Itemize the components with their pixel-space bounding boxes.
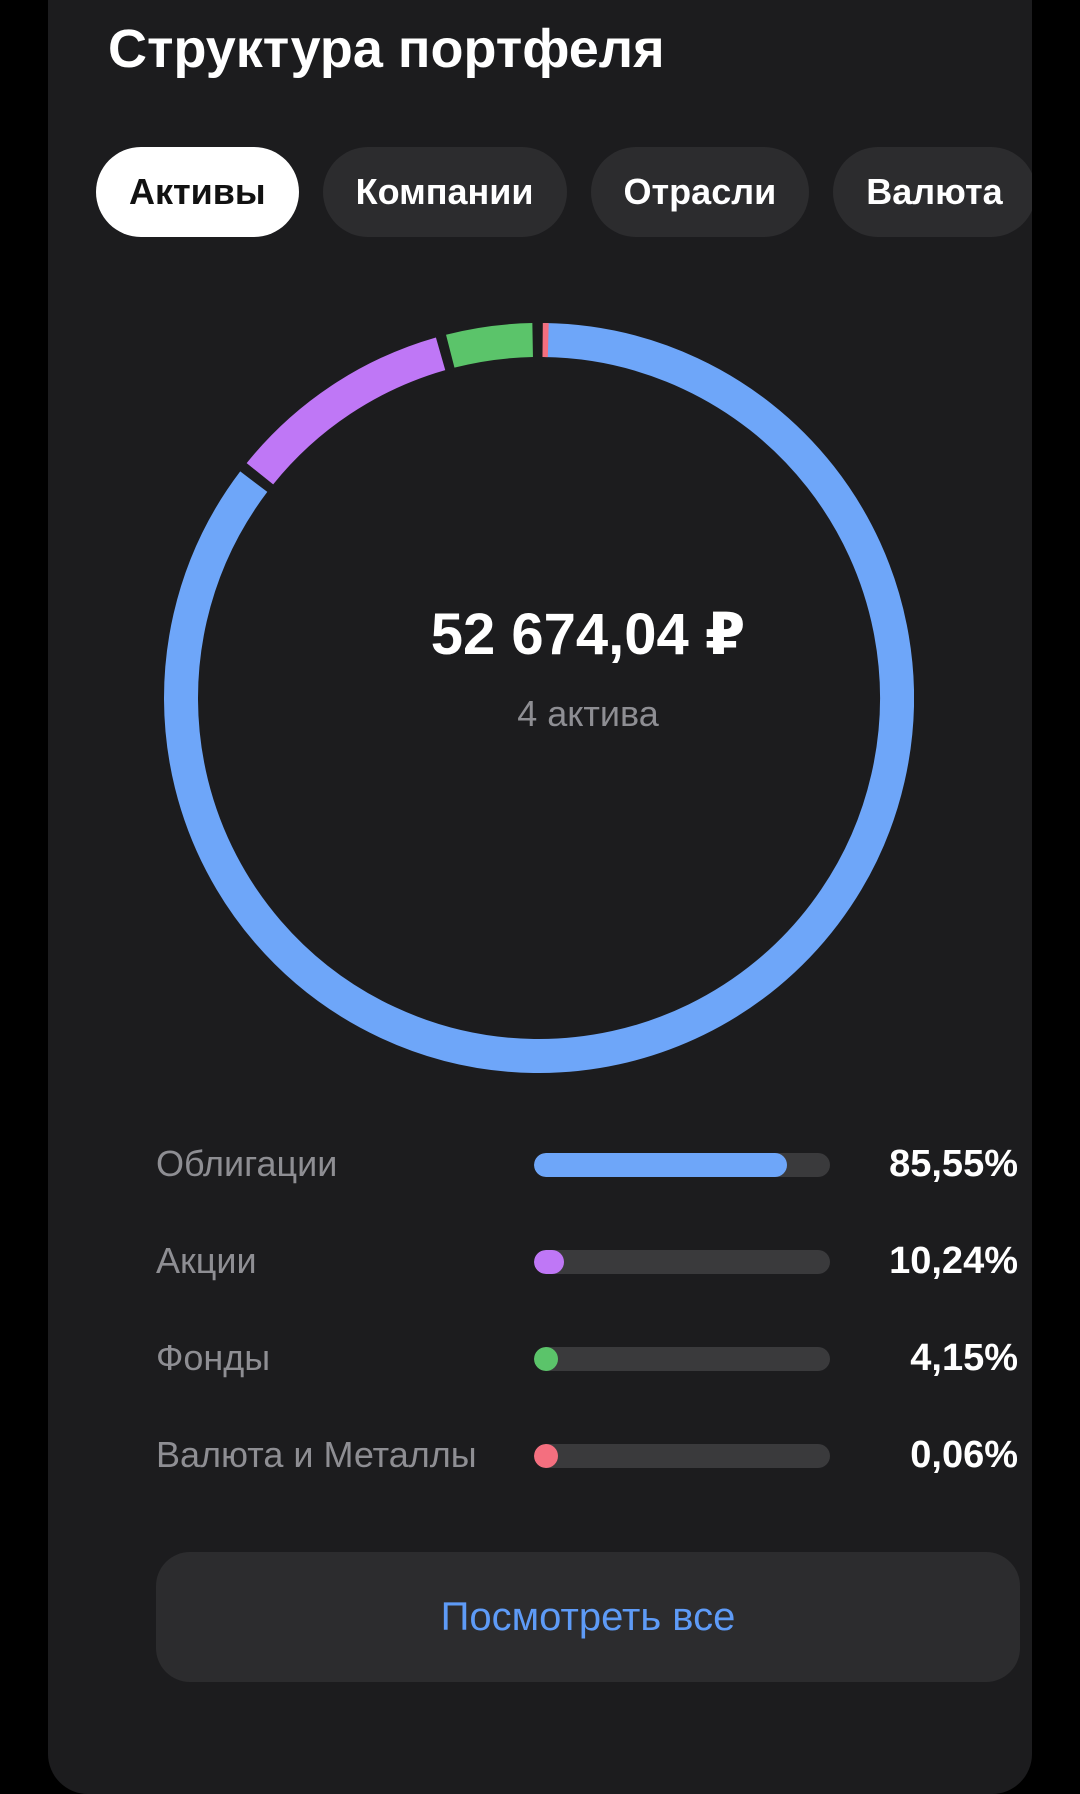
legend-bar-track — [534, 1250, 830, 1274]
legend-bar-track — [534, 1347, 830, 1371]
view-all-button[interactable]: Посмотреть все — [156, 1552, 1020, 1682]
page-title: Структура портфеля — [108, 18, 665, 80]
portfolio-structure-card: Структура портфеля Активы Компании Отрас… — [48, 0, 1032, 1794]
allocation-legend: Облигации 85,55% Акции 10,24% Фонды 4,15… — [156, 1116, 1018, 1504]
legend-label: Облигации — [156, 1116, 337, 1212]
tab-industries[interactable]: Отрасли — [591, 147, 810, 237]
legend-label: Фонды — [156, 1310, 270, 1406]
legend-bar-fill — [534, 1347, 558, 1371]
portfolio-total-value: 52 674,04 ₽ — [96, 600, 1032, 668]
tab-assets[interactable]: Активы — [96, 147, 299, 237]
tab-bar: Активы Компании Отрасли Валюта — [96, 147, 1032, 237]
legend-value: 85,55% — [889, 1116, 1018, 1212]
legend-bar-track — [534, 1153, 830, 1177]
legend-row-bonds: Облигации 85,55% — [156, 1116, 1018, 1213]
legend-row-funds: Фонды 4,15% — [156, 1310, 1018, 1407]
tab-companies[interactable]: Компании — [323, 147, 567, 237]
legend-bar-fill — [534, 1153, 787, 1177]
legend-bar-fill — [534, 1444, 558, 1468]
legend-value: 10,24% — [889, 1213, 1018, 1309]
legend-bar-track — [534, 1444, 830, 1468]
donut-segment-2 — [450, 340, 532, 351]
tab-currency[interactable]: Валюта — [833, 147, 1032, 237]
legend-row-currency-metals: Валюта и Металлы 0,06% — [156, 1407, 1018, 1504]
legend-label: Акции — [156, 1213, 257, 1309]
legend-value: 0,06% — [910, 1407, 1018, 1503]
legend-row-stocks: Акции 10,24% — [156, 1213, 1018, 1310]
asset-count: 4 актива — [96, 693, 1032, 735]
legend-value: 4,15% — [910, 1310, 1018, 1406]
legend-bar-fill — [534, 1250, 564, 1274]
legend-label: Валюта и Металлы — [156, 1407, 477, 1503]
donut-segment-1 — [260, 354, 441, 474]
